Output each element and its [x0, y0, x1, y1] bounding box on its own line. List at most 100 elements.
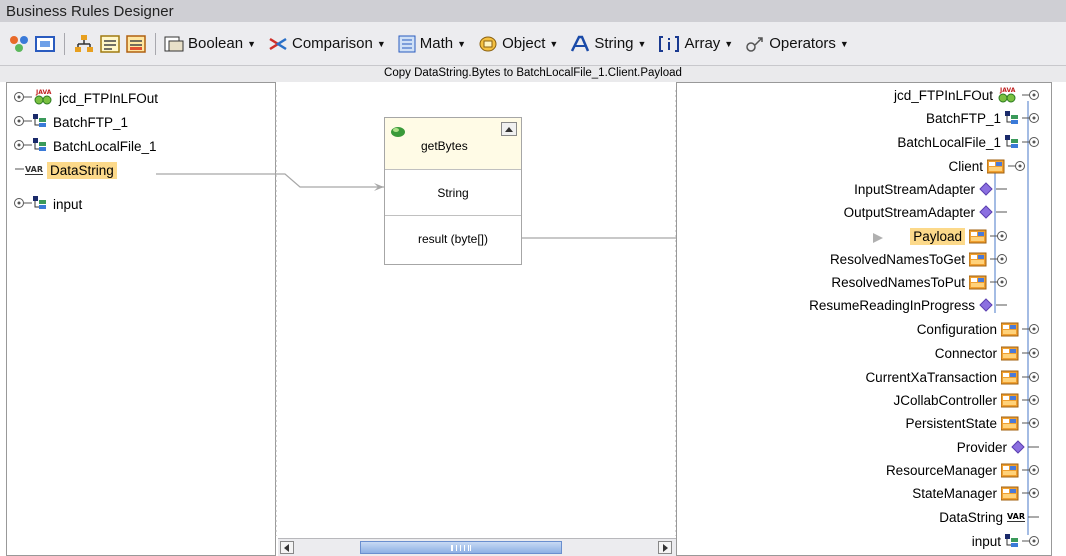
target-tree-item[interactable]: Payload [910, 225, 1009, 247]
chevron-right-icon [663, 543, 668, 552]
target-tree-item[interactable]: ResolvedNamesToGet [830, 248, 1009, 270]
node-icon [1001, 485, 1019, 501]
expand-handle-icon[interactable] [1021, 486, 1041, 500]
target-tree-item[interactable]: jcd_FTPInLFOut JAVA [894, 84, 1041, 106]
tree-line [995, 298, 1009, 312]
expand-handle-icon[interactable] [13, 196, 33, 213]
target-tree-item-label: Provider [956, 439, 1007, 455]
tree-line [995, 182, 1009, 196]
diamond-icon [1011, 440, 1025, 454]
string-icon [570, 35, 590, 53]
scroll-right-button[interactable] [658, 541, 672, 554]
target-tree-item[interactable]: ResolvedNamesToPut [831, 271, 1009, 293]
rule-description-bar: Copy DataString.Bytes to BatchLocalFile_… [0, 66, 1066, 82]
expand-handle-icon[interactable] [13, 114, 33, 131]
tree-item-input[interactable]: input [13, 193, 82, 215]
object-menu[interactable]: Object ▼ [478, 35, 558, 53]
tree-line [1027, 510, 1041, 524]
canvas-horizontal-scrollbar[interactable] [278, 538, 676, 556]
array-icon [658, 35, 680, 53]
array-menu[interactable]: Array ▼ [658, 35, 733, 53]
target-tree-item[interactable]: Configuration [917, 318, 1041, 340]
string-menu[interactable]: String ▼ [570, 35, 646, 53]
target-tree-item-label: StateManager [912, 485, 997, 501]
tree-item-batchlocalfile[interactable]: BatchLocalFile_1 [13, 135, 157, 157]
target-tree-item[interactable]: JCollabController [893, 389, 1041, 411]
target-tree-item[interactable]: OutputStreamAdapter [844, 201, 1009, 223]
expand-handle-icon[interactable] [1021, 322, 1041, 336]
diamond-icon [979, 182, 993, 196]
target-tree-item-label: JCollabController [893, 392, 997, 408]
getbytes-method-box[interactable]: getBytes String result (byte[]) [384, 117, 522, 265]
hierarchy-icon[interactable] [73, 33, 95, 55]
target-tree-item[interactable]: ResourceManager [886, 459, 1041, 481]
boolean-icon [164, 36, 184, 52]
target-tree-item[interactable]: PersistentState [905, 412, 1041, 434]
expand-handle-icon[interactable] [1007, 159, 1027, 173]
expand-handle-icon[interactable] [1021, 346, 1041, 360]
method-output-row[interactable]: result (byte[]) [385, 216, 521, 262]
expand-handle-icon[interactable] [1021, 416, 1041, 430]
expand-handle-icon[interactable] [13, 138, 33, 155]
node-icon [987, 158, 1005, 174]
target-tree-item[interactable]: Provider [957, 436, 1041, 458]
math-menu[interactable]: Math ▼ [398, 35, 466, 53]
form-icon[interactable] [99, 33, 121, 55]
target-tree-item[interactable]: DataString VAR [939, 506, 1041, 528]
expand-handle-icon[interactable] [989, 275, 1009, 289]
expand-handle-icon[interactable] [1021, 111, 1041, 125]
tree-icon[interactable] [8, 33, 30, 55]
tree-item-datastring[interactable]: VAR DataString [13, 159, 117, 181]
target-tree-item-label: ResolvedNamesToPut [831, 274, 965, 290]
form-alt-icon[interactable] [125, 33, 147, 55]
expand-handle-icon[interactable] [989, 252, 1009, 266]
method-input-row[interactable]: String [385, 170, 521, 216]
target-tree-item-label: jcd_FTPInLFOut [893, 87, 993, 103]
target-tree-item[interactable]: BatchLocalFile_1 [897, 131, 1041, 153]
target-tree-item[interactable]: ResumeReadingInProgress [809, 294, 1009, 316]
comparison-icon [268, 35, 288, 53]
comparison-menu[interactable]: Comparison ▼ [268, 35, 386, 53]
tree-line [13, 162, 25, 179]
scroll-left-button[interactable] [280, 541, 294, 554]
diamond-icon [979, 205, 993, 219]
java-collab-icon: JAVA [33, 88, 55, 109]
target-tree-item[interactable]: InputStreamAdapter [854, 178, 1009, 200]
target-tree-item[interactable]: input [972, 530, 1041, 552]
target-tree-item[interactable]: CurrentXaTransaction [865, 366, 1041, 388]
target-tree-item-label: OutputStreamAdapter [843, 204, 975, 220]
expand-handle-icon[interactable] [989, 229, 1009, 243]
expand-handle-icon[interactable] [1021, 463, 1041, 477]
window-icon[interactable] [34, 33, 56, 55]
svg-text:JAVA: JAVA [999, 87, 1016, 94]
payload-arrow-icon [873, 232, 885, 246]
method-header[interactable]: getBytes [385, 118, 521, 170]
target-tree-item[interactable]: BatchFTP_1 [926, 107, 1041, 129]
operators-menu[interactable]: Operators ▼ [745, 35, 849, 53]
target-tree-item[interactable]: Client [948, 155, 1027, 177]
target-tree-item[interactable]: StateManager [912, 482, 1041, 504]
target-tree-item-label: input [971, 533, 1001, 549]
target-tree-item-label: Payload [910, 227, 965, 245]
expand-handle-icon[interactable] [1021, 370, 1041, 384]
source-tree-panel[interactable]: JAVA jcd_FTPInLFOut BatchFTP_1 BatchLoca… [6, 82, 276, 556]
tree-line [995, 205, 1009, 219]
expand-handle-icon[interactable] [1021, 393, 1041, 407]
chevron-left-icon [284, 543, 289, 552]
tree-item-batchftp[interactable]: BatchFTP_1 [13, 111, 128, 133]
node-icon [1001, 345, 1019, 361]
var-icon: VAR [25, 165, 43, 175]
expand-handle-icon[interactable] [1021, 135, 1041, 149]
collapse-button[interactable] [501, 122, 517, 136]
expand-handle-icon[interactable] [13, 90, 33, 107]
toolbar-separator [64, 32, 65, 55]
tree-item-jcd[interactable]: JAVA jcd_FTPInLFOut [13, 87, 158, 109]
scroll-thumb[interactable] [360, 541, 562, 554]
boolean-menu[interactable]: Boolean ▼ [164, 35, 256, 52]
expand-handle-icon[interactable] [1021, 88, 1041, 102]
target-tree-panel[interactable]: jcd_FTPInLFOut JAVA BatchFTP_1 BatchLocalFi… [676, 82, 1052, 556]
grip-icon [451, 544, 471, 551]
expand-handle-icon[interactable] [1021, 534, 1041, 548]
chevron-down-icon: ▼ [457, 38, 467, 49]
target-tree-item[interactable]: Connector [935, 342, 1041, 364]
